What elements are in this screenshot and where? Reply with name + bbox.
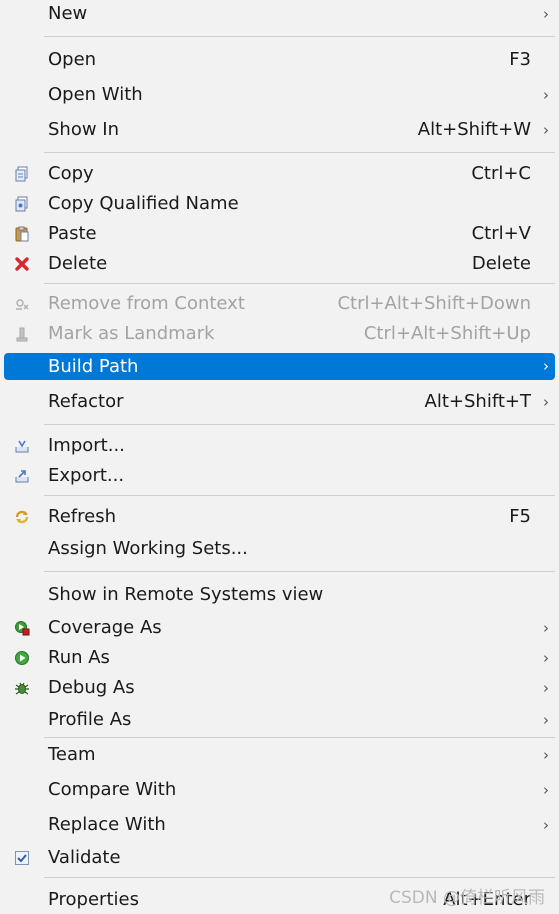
menu-item-build-path[interactable]: Build Path › [4, 353, 555, 380]
context-menu: New › Open F3 Open With › Show In Alt+Sh… [0, 0, 559, 914]
menu-separator [44, 877, 555, 878]
menu-item-remove-from-context[interactable]: Remove from Context Ctrl+Alt+Shift+Down [4, 290, 555, 318]
menu-item-open[interactable]: Open F3 [4, 46, 555, 74]
menu-item-show-in[interactable]: Show In Alt+Shift+W › [4, 116, 555, 144]
menu-item-new[interactable]: New › [4, 0, 555, 28]
menu-item-label: Run As [48, 647, 110, 668]
menu-item-label: Mark as Landmark [48, 323, 215, 344]
menu-item-label: Coverage As [48, 617, 162, 638]
menu-item-delete[interactable]: Delete Delete [4, 250, 555, 278]
menu-item-paste[interactable]: Paste Ctrl+V [4, 220, 555, 248]
menu-item-label: Import... [48, 435, 125, 456]
menu-item-label: Paste [48, 223, 97, 244]
menu-separator [44, 283, 555, 284]
menu-item-label: Open [48, 49, 97, 70]
menu-item-show-in-remote-systems-view[interactable]: Show in Remote Systems view [4, 581, 555, 609]
paste-icon [15, 226, 29, 242]
menu-separator [44, 737, 555, 738]
menu-item-refactor[interactable]: Refactor Alt+Shift+T › [4, 388, 555, 416]
menu-separator [44, 36, 555, 37]
submenu-arrow-icon: › [543, 816, 549, 834]
submenu-arrow-icon: › [543, 5, 549, 23]
menu-item-copy[interactable]: Copy Ctrl+C [4, 160, 555, 188]
menu-item-label: Refactor [48, 391, 124, 412]
menu-item-label: Open With [48, 84, 143, 105]
menu-item-label: Debug As [48, 677, 135, 698]
menu-item-label: Compare With [48, 779, 177, 800]
submenu-arrow-icon: › [543, 121, 549, 139]
menu-item-label: Replace With [48, 814, 166, 835]
menu-item-shortcut: Delete [471, 253, 531, 274]
submenu-arrow-icon: › [543, 679, 549, 697]
menu-item-label: Delete [48, 253, 108, 274]
menu-item-label: Copy Qualified Name [48, 193, 239, 214]
menu-separator [44, 152, 555, 153]
menu-item-coverage-as[interactable]: Coverage As › [4, 614, 555, 642]
menu-item-label: Show in Remote Systems view [48, 584, 324, 605]
menu-item-profile-as[interactable]: Profile As › [4, 706, 555, 734]
menu-item-debug-as[interactable]: Debug As › [4, 674, 555, 702]
menu-item-shortcut: Ctrl+V [471, 223, 531, 244]
menu-separator [44, 495, 555, 496]
menu-item-label: Profile As [48, 709, 132, 730]
submenu-arrow-icon: › [543, 357, 549, 375]
menu-item-copy-qualified-name[interactable]: Copy Qualified Name [4, 190, 555, 218]
import-icon [15, 440, 29, 453]
menu-item-team[interactable]: Team › [4, 741, 555, 769]
menu-item-assign-working-sets[interactable]: Assign Working Sets... [4, 535, 555, 563]
run-icon [15, 651, 29, 665]
menu-item-compare-with[interactable]: Compare With › [4, 776, 555, 804]
menu-item-label: New [48, 3, 88, 24]
copy-icon [15, 166, 28, 182]
menu-item-shortcut: F5 [509, 506, 531, 527]
menu-item-import[interactable]: Import... [4, 432, 555, 460]
menu-item-label: Show In [48, 119, 120, 140]
menu-item-export[interactable]: Export... [4, 462, 555, 490]
menu-item-label: Validate [48, 847, 121, 868]
submenu-arrow-icon: › [543, 781, 549, 799]
menu-item-label: Export... [48, 465, 125, 486]
menu-item-validate[interactable]: Validate [4, 844, 555, 872]
menu-item-open-with[interactable]: Open With › [4, 81, 555, 109]
submenu-arrow-icon: › [543, 649, 549, 667]
menu-item-label: Copy [48, 163, 94, 184]
menu-item-shortcut: Ctrl+Alt+Shift+Down [337, 293, 531, 314]
menu-item-shortcut: Ctrl+C [471, 163, 531, 184]
watermark: CSDN @倚栏听风雨 [389, 888, 545, 908]
coverage-icon [15, 621, 30, 636]
debug-icon [15, 682, 29, 695]
copy-qualified-name-icon [15, 196, 28, 212]
menu-separator [44, 571, 555, 572]
menu-item-label: Refresh [48, 506, 116, 527]
menu-separator [44, 424, 555, 425]
submenu-arrow-icon: › [543, 86, 549, 104]
menu-item-shortcut: F3 [509, 49, 531, 70]
menu-item-mark-as-landmark[interactable]: Mark as Landmark Ctrl+Alt+Shift+Up [4, 320, 555, 348]
remove-context-icon [16, 299, 29, 310]
menu-item-replace-with[interactable]: Replace With › [4, 811, 555, 839]
menu-item-run-as[interactable]: Run As › [4, 644, 555, 672]
refresh-icon [15, 510, 29, 524]
landmark-icon [16, 327, 28, 342]
menu-item-label: Team [48, 744, 96, 765]
menu-item-refresh[interactable]: Refresh F5 [4, 503, 555, 531]
validate-check-icon [15, 851, 29, 865]
menu-item-label: Build Path [48, 356, 139, 377]
submenu-arrow-icon: › [543, 746, 549, 764]
submenu-arrow-icon: › [543, 619, 549, 637]
submenu-arrow-icon: › [543, 393, 549, 411]
delete-icon [15, 257, 29, 271]
menu-item-shortcut: Alt+Shift+T [424, 391, 531, 412]
menu-item-label: Assign Working Sets... [48, 538, 248, 559]
menu-item-label: Properties [48, 889, 139, 910]
menu-item-shortcut: Ctrl+Alt+Shift+Up [363, 323, 531, 344]
export-icon [15, 470, 29, 483]
menu-item-shortcut: Alt+Shift+W [417, 119, 531, 140]
menu-item-label: Remove from Context [48, 293, 245, 314]
submenu-arrow-icon: › [543, 711, 549, 729]
